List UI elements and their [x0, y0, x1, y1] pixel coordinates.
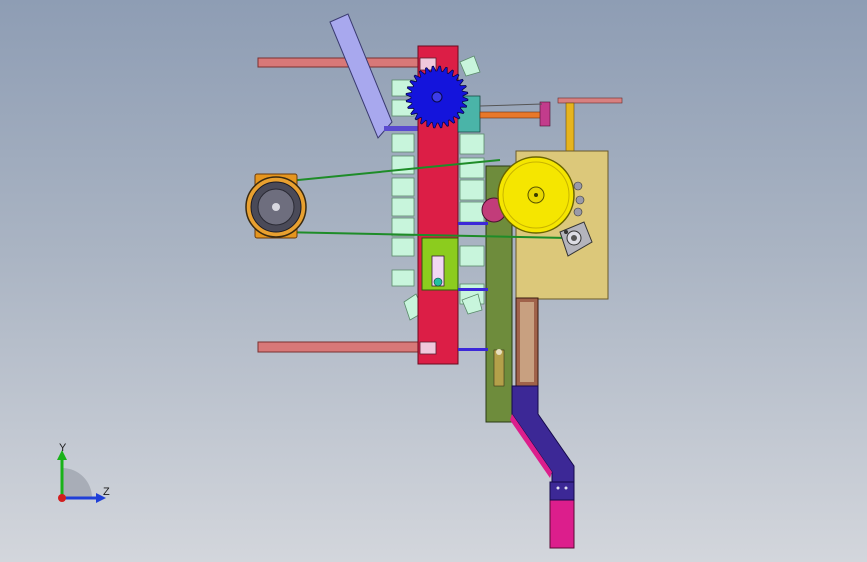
cad-viewport[interactable]: Y Z: [0, 0, 867, 562]
motor-pulley[interactable]: [245, 173, 307, 239]
bottom-bracket[interactable]: [419, 341, 437, 355]
blue-sprocket-gear[interactable]: [405, 65, 469, 129]
top-right-arm[interactable]: [557, 97, 623, 104]
machine-assembly-model[interactable]: [0, 0, 867, 562]
link-rod-2[interactable]: [458, 288, 488, 291]
rail-inner[interactable]: [520, 302, 534, 382]
inclined-arm[interactable]: [329, 13, 393, 139]
y-axis-label: Y: [59, 442, 67, 454]
vertical-post[interactable]: [565, 102, 575, 154]
lower-guide-rod[interactable]: [257, 341, 421, 353]
tie-rod[interactable]: [479, 103, 543, 107]
shaft-collar[interactable]: [539, 101, 551, 127]
upper-guide-rod[interactable]: [257, 57, 421, 68]
link-rod-1[interactable]: [458, 222, 488, 225]
beam-pin[interactable]: [496, 349, 502, 355]
chute-collar[interactable]: [549, 481, 575, 501]
carriage-pin[interactable]: [433, 277, 443, 287]
chute-outlet[interactable]: [549, 499, 575, 549]
z-axis-label: Z: [103, 486, 110, 498]
drive-shaft[interactable]: [479, 111, 543, 119]
arm-link-rod[interactable]: [384, 126, 420, 131]
link-rod-3[interactable]: [458, 348, 488, 351]
beam-slot[interactable]: [493, 349, 505, 387]
gear-hub: [431, 91, 443, 103]
